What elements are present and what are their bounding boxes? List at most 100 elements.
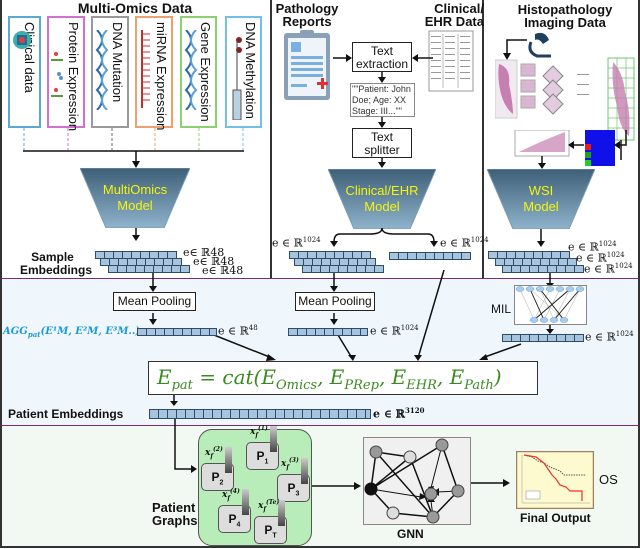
omics-card-mirna-expression: miRNA Expression — [135, 16, 173, 131]
concat-formula-box: Epat = cat(EOmics, EPRep, EEHR, EPath) — [148, 361, 538, 395]
omics-card-dna-methylation: DNA Methylation — [225, 16, 262, 128]
feature-label: xf(3) — [281, 457, 299, 471]
mirna-icon — [139, 30, 153, 110]
omics-card-label: Gene Expression — [198, 22, 213, 122]
mil-network — [514, 285, 587, 325]
agg-dim-prep: e ∈ ℝ1024 — [370, 324, 419, 338]
patient-embedding — [149, 409, 371, 419]
mil-embedding — [502, 334, 584, 342]
omics-card-gene-expression: Gene Expression — [180, 16, 217, 128]
feature-label-index: (4) — [229, 488, 240, 495]
feature-label: xf(Te) — [258, 499, 280, 513]
feature-label-index: (1) — [257, 425, 268, 432]
gene-icon — [184, 29, 198, 111]
sample-text-line2: Doe; Age: XX — [352, 95, 407, 105]
methylation-icon — [229, 30, 243, 122]
agg-dim-prep-sup: 1024 — [400, 324, 419, 332]
mil-dim: e ∈ ℝ1024 — [585, 330, 634, 344]
agg-dim-prep-text: e ∈ ℝ — [370, 324, 401, 338]
omics-card-clinical-data: Clinical data — [8, 16, 41, 128]
omics-card-label: Protein Expression — [66, 22, 81, 132]
patient-dim-text: e ∈ ℝ — [373, 407, 405, 421]
microscope-icon — [528, 32, 551, 58]
gnn-graph — [363, 437, 471, 525]
feature-vector-icon — [225, 447, 232, 473]
wsi-model-line2: Model — [523, 199, 559, 214]
agg-formula-sub: pat — [27, 330, 41, 339]
omics-pooled-embedding — [137, 328, 217, 336]
patient-node-name: P — [287, 481, 296, 495]
arrow-wsi-to-embeddings — [537, 229, 545, 247]
ehr-title-line2: EHR Data — [424, 14, 484, 29]
patient-graphs-line2: Graphs — [152, 513, 198, 528]
agg-formula: AGGpat(E¹M, E²M, E³M..): — [3, 326, 144, 339]
sample-text-line3: Stage: III..."" — [352, 106, 402, 116]
patient-graphs-label: Patient Graphs — [152, 501, 198, 527]
multiomics-model: MultiOmics Model — [79, 167, 191, 229]
ehr-model-line1: Clinical/EHR — [345, 183, 419, 198]
clinical-ehr-model: Clinical/EHR Model — [327, 168, 437, 230]
ehr-dim-right-text: e ∈ ℝ — [440, 236, 471, 250]
mean-pooling-omics: Mean Pooling — [113, 292, 196, 311]
sample-text-line1: ""Patient: John — [352, 84, 411, 94]
ehr-dim-left: e ∈ ℝ1024 — [272, 236, 321, 250]
os-label: OS — [599, 472, 618, 487]
patient-node-sub: T — [272, 532, 277, 540]
omics-card-dna-mutation: DNA Mutation — [91, 16, 129, 128]
wsi-dim-2-sup: 1024 — [606, 251, 625, 259]
dna-mutation-icon — [95, 29, 109, 111]
wsi-model: WSI Model — [486, 168, 596, 230]
mil-dim-text: e ∈ ℝ — [585, 330, 616, 344]
omics-card-label: DNA Mutation — [110, 22, 125, 103]
gnn-to-output-arrow — [471, 479, 510, 487]
multiomics-model-line1: MultiOmics — [102, 182, 168, 197]
agg-dim-omics-sup: 48 — [248, 324, 258, 332]
final-output-label: Final Output — [520, 511, 591, 525]
patient-dim: e ∈ ℝ3120 — [373, 406, 424, 421]
feature-label: xf(4) — [222, 488, 240, 502]
concat-formula: Epat = cat(EOmics, EPRep, EEHR, EPath) — [157, 365, 502, 393]
text-splitter-line1: Text — [370, 130, 393, 144]
pathology-reports-title: Pathology Reports — [272, 2, 342, 28]
patient-dim-sup: 3120 — [404, 406, 425, 415]
pathology-title-line2: Reports — [282, 14, 332, 29]
text-splitter-box: Text splitter — [352, 128, 412, 158]
ehr-model-line2: Model — [364, 199, 400, 214]
feature-label-index: (Te) — [265, 499, 280, 506]
histopathology-title: Histopathology Imaging Data — [510, 3, 620, 29]
agg-dim-omics: e ∈ ℝ48 — [218, 324, 258, 338]
agg-formula-name: AGG — [3, 326, 28, 337]
agg-dim-omics-text: e ∈ ℝ — [218, 324, 249, 338]
mil-label: MIL — [491, 302, 512, 316]
feature-label: xf(2) — [205, 446, 223, 460]
prep-pooled-embedding — [288, 328, 368, 336]
clinical-folder-icon — [12, 30, 31, 110]
clipboard-report-icon — [284, 30, 330, 100]
feature-vector-icon — [242, 489, 249, 515]
survival-curve-plot — [516, 451, 594, 509]
sample-text-box: ""Patient: John Doe; Age: XX Stage: III...… — [350, 83, 415, 117]
patient-node-sub: 4 — [236, 521, 241, 529]
patient-node-sub: 3 — [295, 490, 300, 498]
feature-label: xf(1) — [250, 425, 268, 439]
patient-node-name: P — [256, 449, 265, 463]
sample-embeddings-line1: Sample — [31, 250, 74, 264]
multi-omics-title: Multi-Omics Data — [77, 0, 193, 16]
arrows-ehr-model-split — [330, 228, 438, 247]
patient-node-sub: 2 — [219, 479, 224, 487]
feature-label-index: (3) — [288, 457, 299, 464]
protein-icon — [51, 30, 65, 110]
ehr-data-title: Clinical/EHR Data — [422, 2, 484, 28]
ehr-dim-left-text: e ∈ ℝ — [272, 236, 303, 250]
patient-to-graph-arrow — [174, 419, 197, 473]
arrow-omics-to-embeddings — [132, 228, 140, 241]
omics-card-label: miRNA Expression — [154, 22, 169, 131]
patient-embeddings-label: Patient Embeddings — [8, 407, 124, 421]
wsi-model-line1: WSI — [528, 183, 554, 198]
mil-dim-sup: 1024 — [615, 330, 634, 338]
mean-pooling-prep: Mean Pooling — [295, 292, 375, 311]
ehr-dim-right: e ∈ ℝ1024 — [440, 236, 489, 250]
wsi-dim-1-sup: 1024 — [598, 240, 617, 248]
feature-label-index: (2) — [212, 446, 223, 453]
ehr-embedding — [389, 252, 471, 260]
